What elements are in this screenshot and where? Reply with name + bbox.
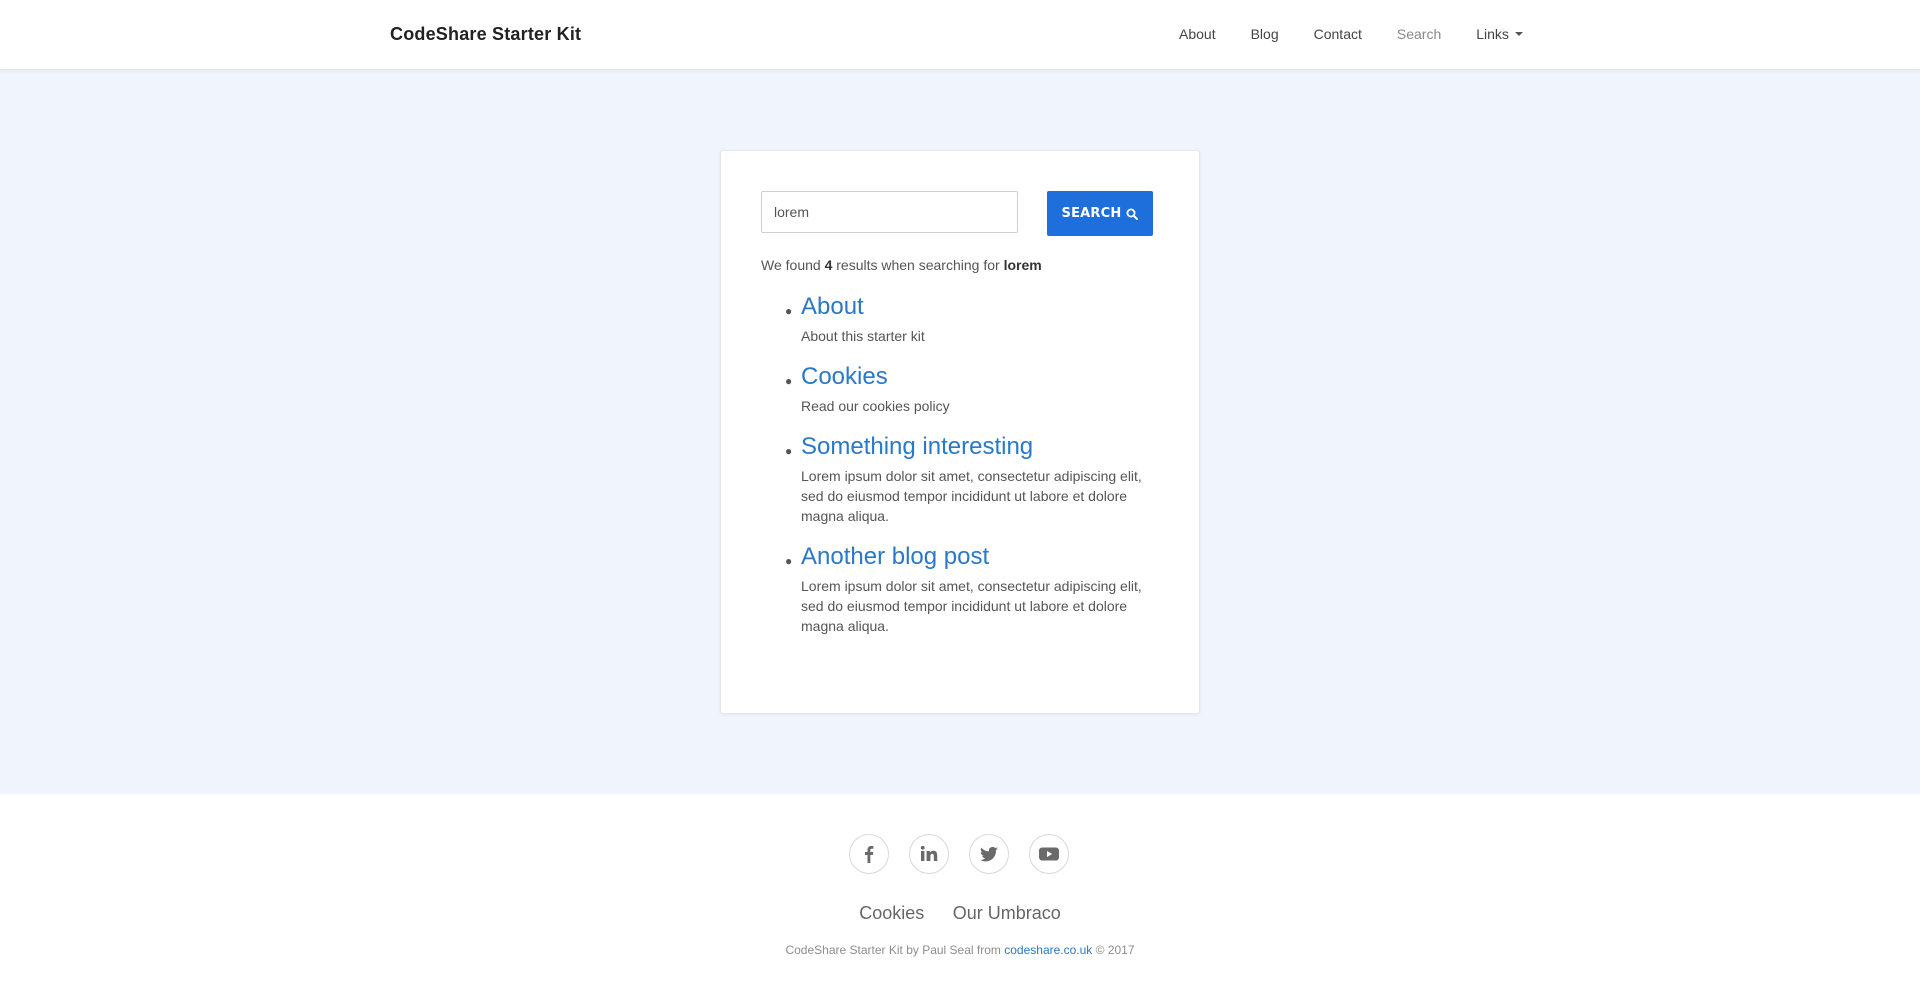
search-input[interactable] (761, 191, 1018, 233)
result-title-link[interactable]: Cookies (801, 363, 1161, 391)
result-title-link[interactable]: Something interesting (801, 433, 1161, 461)
social-links (849, 834, 1069, 874)
bullet-icon: ● (785, 554, 793, 568)
top-navbar: CodeShare Starter Kit About Blog Contact… (0, 0, 1920, 70)
main-nav: About Blog Contact Search Links (1179, 26, 1558, 42)
bullet-icon: ● (785, 304, 793, 318)
result-item: ● Another blog post Lorem ipsum dolor si… (761, 543, 1161, 636)
credit-prefix: CodeShare Starter Kit by Paul Seal from (785, 943, 1001, 957)
facebook-link[interactable] (849, 834, 889, 874)
youtube-link[interactable] (1029, 834, 1069, 874)
credit-suffix: © 2017 (1095, 943, 1135, 957)
result-title-link[interactable]: About (801, 293, 1161, 321)
credit-link[interactable]: codeshare.co.uk (1004, 943, 1092, 957)
nav-item-about[interactable]: About (1179, 26, 1216, 42)
summary-middle: results when searching for (836, 257, 1000, 273)
linkedin-icon (920, 845, 938, 861)
brand-logo[interactable]: CodeShare Starter Kit (390, 24, 581, 45)
footer-credit: CodeShare Starter Kit by Paul Seal from … (0, 943, 1920, 957)
result-description: About this starter kit (801, 328, 925, 344)
results-list: ● About About this starter kit ● Cookies… (761, 293, 1161, 653)
footer-link-cookies[interactable]: Cookies (859, 903, 924, 923)
facebook-icon (865, 846, 874, 863)
summary-prefix: We found (761, 257, 821, 273)
bullet-icon: ● (785, 374, 793, 388)
search-button-label: SEARCH (1061, 206, 1122, 221)
twitter-icon (980, 846, 998, 862)
main-content: SEARCH We found 4 results when searching… (0, 70, 1920, 794)
footer-link-our-umbraco[interactable]: Our Umbraco (953, 903, 1061, 923)
nav-item-links-label: Links (1476, 26, 1509, 42)
bullet-icon: ● (785, 444, 793, 458)
result-description: Read our cookies policy (801, 398, 950, 414)
nav-item-search[interactable]: Search (1397, 26, 1441, 42)
nav-item-blog[interactable]: Blog (1251, 26, 1279, 42)
result-description: Lorem ipsum dolor sit amet, consectetur … (801, 578, 1142, 634)
nav-item-contact[interactable]: Contact (1314, 26, 1362, 42)
caret-down-icon (1514, 32, 1523, 36)
result-item: ● Something interesting Lorem ipsum dolo… (761, 433, 1161, 526)
result-item: ● About About this starter kit (761, 293, 1161, 346)
footer-links: Cookies Our Umbraco (0, 903, 1920, 924)
results-count: 4 (824, 257, 833, 273)
twitter-link[interactable] (969, 834, 1009, 874)
search-button[interactable]: SEARCH (1047, 191, 1153, 236)
search-term: lorem (1003, 257, 1042, 273)
site-footer: Cookies Our Umbraco CodeShare Starter Ki… (0, 794, 1920, 1000)
result-description: Lorem ipsum dolor sit amet, consectetur … (801, 468, 1142, 524)
youtube-icon (1039, 847, 1059, 861)
linkedin-link[interactable] (909, 834, 949, 874)
search-card: SEARCH We found 4 results when searching… (720, 150, 1200, 714)
result-title-link[interactable]: Another blog post (801, 543, 1161, 571)
results-summary: We found 4 results when searching for lo… (761, 257, 1042, 273)
result-item: ● Cookies Read our cookies policy (761, 363, 1161, 416)
search-icon (1126, 208, 1139, 220)
nav-item-links-dropdown[interactable]: Links (1476, 26, 1523, 42)
